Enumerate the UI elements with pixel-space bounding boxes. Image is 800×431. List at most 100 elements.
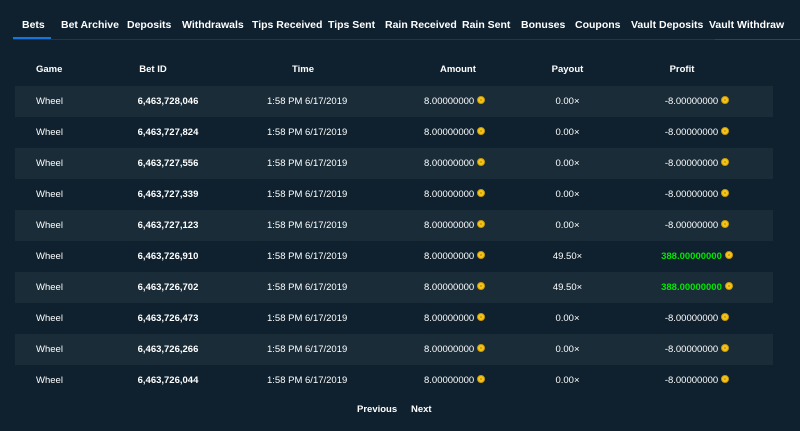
- cell-bet-id[interactable]: 6,463,727,123: [123, 210, 213, 241]
- next-button[interactable]: Next: [411, 404, 432, 415]
- cell-bet-id[interactable]: 6,463,728,046: [123, 86, 213, 117]
- cell-time: 1:58 PM 6/17/2019: [267, 375, 348, 386]
- cell-bet-id[interactable]: 6,463,726,266: [123, 334, 213, 365]
- profit-value: 388.00000000: [661, 251, 722, 262]
- cell-bet-id[interactable]: 6,463,726,473: [123, 303, 213, 334]
- cell-game: Wheel: [36, 251, 63, 262]
- cell-payout: 0.00×: [555, 96, 580, 107]
- amount-value: 8.00000000: [424, 313, 475, 324]
- cell-bet-id[interactable]: 6,463,726,702: [123, 272, 213, 303]
- cell-payout: 0.00×: [555, 313, 580, 324]
- cell-amount: 8.00000000: [424, 148, 486, 179]
- cell-profit: -8.00000000: [627, 303, 767, 334]
- tab-deposits[interactable]: Deposits: [127, 0, 171, 38]
- tab-scrollbar[interactable]: [715, 39, 800, 40]
- header-amount: Amount: [440, 64, 476, 75]
- cell-amount: 8.00000000: [424, 334, 486, 365]
- tab-withdrawals[interactable]: Withdrawals: [182, 0, 244, 38]
- amount-value: 8.00000000: [424, 127, 475, 138]
- table-row[interactable]: Wheel 6,463,726,473 1:58 PM 6/17/2019 8.000…: [15, 303, 773, 334]
- tab-bet-archive[interactable]: Bet Archive: [61, 0, 119, 38]
- table-row[interactable]: Wheel 6,463,726,044 1:58 PM 6/17/2019 8.000…: [15, 365, 773, 396]
- profit-value: 388.00000000: [661, 282, 722, 293]
- coin-icon: [721, 313, 730, 322]
- cell-time: 1:58 PM 6/17/2019: [267, 96, 348, 107]
- cell-game: Wheel: [36, 189, 63, 200]
- cell-payout: 0.00×: [555, 344, 580, 355]
- tab-bonuses[interactable]: Bonuses: [521, 0, 565, 38]
- cell-time: 1:58 PM 6/17/2019: [267, 251, 348, 262]
- table-row[interactable]: Wheel 6,463,727,339 1:58 PM 6/17/2019 8.000…: [15, 179, 773, 210]
- table-row[interactable]: Wheel 6,463,726,910 1:58 PM 6/17/2019 8.000…: [15, 241, 773, 272]
- pagination: Previous Next: [0, 404, 800, 418]
- tab-bets[interactable]: Bets: [22, 0, 45, 38]
- coin-icon: [721, 189, 730, 198]
- table-header: Game Bet ID Time Amount Payout Profit: [15, 53, 773, 86]
- cell-payout: 0.00×: [555, 158, 580, 169]
- cell-profit: 388.00000000: [627, 241, 767, 272]
- profit-value: -8.00000000: [664, 96, 719, 107]
- cell-game: Wheel: [36, 313, 63, 324]
- table-row[interactable]: Wheel 6,463,726,266 1:58 PM 6/17/2019 8.000…: [15, 334, 773, 365]
- table-body: Wheel 6,463,728,046 1:58 PM 6/17/2019 8.000…: [15, 86, 773, 396]
- tab-vault-deposits[interactable]: Vault Deposits: [631, 0, 703, 38]
- table-row[interactable]: Wheel 6,463,727,824 1:58 PM 6/17/2019 8.000…: [15, 117, 773, 148]
- amount-value: 8.00000000: [424, 344, 475, 355]
- tab-coupons[interactable]: Coupons: [575, 0, 621, 38]
- coin-icon: [477, 313, 486, 322]
- cell-game: Wheel: [36, 220, 63, 231]
- cell-game: Wheel: [36, 375, 63, 386]
- coin-icon: [721, 158, 730, 167]
- coin-icon: [721, 220, 730, 229]
- table-row[interactable]: Wheel 6,463,728,046 1:58 PM 6/17/2019 8.000…: [15, 86, 773, 117]
- coin-icon: [477, 189, 486, 198]
- header-game: Game: [36, 64, 63, 75]
- cell-bet-id[interactable]: 6,463,726,910: [123, 241, 213, 272]
- profit-value: -8.00000000: [664, 220, 719, 231]
- tab-rain-received[interactable]: Rain Received: [385, 0, 457, 38]
- cell-bet-id[interactable]: 6,463,727,339: [123, 179, 213, 210]
- table-row[interactable]: Wheel 6,463,726,702 1:58 PM 6/17/2019 8.000…: [15, 272, 773, 303]
- profit-value: -8.00000000: [664, 344, 719, 355]
- table-row[interactable]: Wheel 6,463,727,123 1:58 PM 6/17/2019 8.000…: [15, 210, 773, 241]
- amount-value: 8.00000000: [424, 375, 475, 386]
- cell-amount: 8.00000000: [424, 210, 486, 241]
- tab-vault-withdraw[interactable]: Vault Withdraw: [709, 0, 784, 38]
- header-profit: Profit: [669, 64, 695, 75]
- profit-value: -8.00000000: [664, 375, 719, 386]
- amount-value: 8.00000000: [424, 251, 475, 262]
- coin-icon: [721, 127, 730, 136]
- tab-rain-sent[interactable]: Rain Sent: [462, 0, 510, 38]
- table-row[interactable]: Wheel 6,463,727,556 1:58 PM 6/17/2019 8.000…: [15, 148, 773, 179]
- amount-value: 8.00000000: [424, 282, 475, 293]
- cell-amount: 8.00000000: [424, 303, 486, 334]
- tab-bar-divider: [13, 39, 715, 40]
- cell-payout: 0.00×: [555, 375, 580, 386]
- cell-game: Wheel: [36, 344, 63, 355]
- amount-value: 8.00000000: [424, 96, 475, 107]
- cell-profit: -8.00000000: [627, 117, 767, 148]
- header-time: Time: [292, 64, 315, 75]
- cell-amount: 8.00000000: [424, 179, 486, 210]
- cell-payout: 0.00×: [555, 189, 580, 200]
- cell-bet-id[interactable]: 6,463,726,044: [123, 365, 213, 396]
- tab-tips-received[interactable]: Tips Received: [252, 0, 322, 38]
- cell-time: 1:58 PM 6/17/2019: [267, 220, 348, 231]
- tab-tips-sent[interactable]: Tips Sent: [328, 0, 375, 38]
- cell-profit: 388.00000000: [627, 272, 767, 303]
- profit-value: -8.00000000: [664, 158, 719, 169]
- previous-button[interactable]: Previous: [357, 404, 397, 415]
- cell-game: Wheel: [36, 282, 63, 293]
- cell-profit: -8.00000000: [627, 334, 767, 365]
- cell-profit: -8.00000000: [627, 210, 767, 241]
- cell-bet-id[interactable]: 6,463,727,556: [123, 148, 213, 179]
- cell-time: 1:58 PM 6/17/2019: [267, 282, 348, 293]
- cell-amount: 8.00000000: [424, 365, 486, 396]
- profit-value: -8.00000000: [664, 313, 719, 324]
- cell-time: 1:58 PM 6/17/2019: [267, 344, 348, 355]
- amount-value: 8.00000000: [424, 189, 475, 200]
- coin-icon: [477, 96, 486, 105]
- coin-icon: [477, 158, 486, 167]
- cell-bet-id[interactable]: 6,463,727,824: [123, 117, 213, 148]
- cell-payout: 49.50×: [552, 282, 583, 293]
